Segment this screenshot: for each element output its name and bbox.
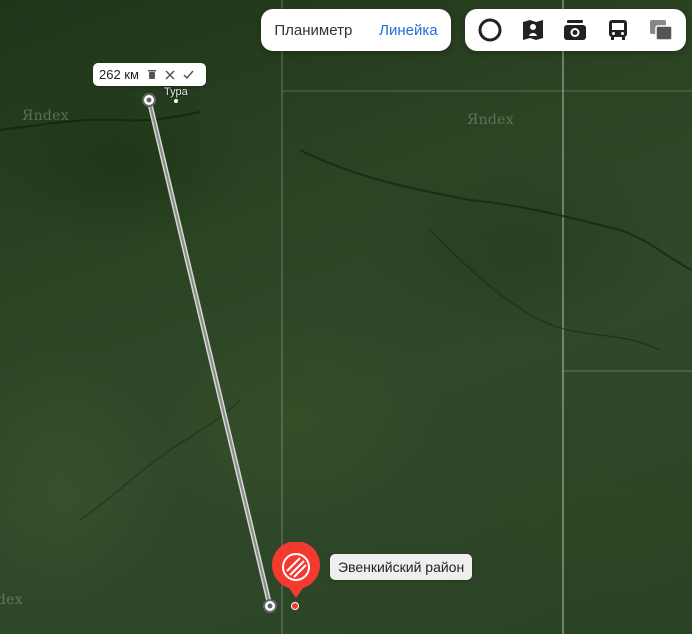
map-terrain [0, 0, 692, 634]
place-label[interactable]: Эвенкийский район [330, 554, 473, 580]
layers-circle-button[interactable] [472, 12, 508, 48]
planimeter-mode-button[interactable]: Планиметр [270, 22, 356, 39]
map-layers-icon [649, 20, 673, 41]
panorama-button[interactable] [515, 12, 551, 48]
yandex-watermark: Яndex [22, 108, 69, 124]
place-pin[interactable] [270, 541, 322, 602]
close-icon [165, 69, 175, 80]
trash-icon [147, 70, 156, 79]
bus-icon [609, 20, 628, 40]
camera-button[interactable] [557, 12, 593, 48]
satellite-map[interactable]: Яndex Яndex Яndex [0, 0, 692, 634]
river [79, 399, 241, 521]
yandex-watermark: Яndex [0, 592, 23, 608]
map-layers-button[interactable] [643, 12, 679, 48]
layers-circle-icon [478, 18, 502, 42]
river [299, 149, 692, 271]
city-dot [174, 99, 178, 103]
ruler-distance: 262 км [99, 67, 139, 82]
ruler-distance-label: 262 км [93, 63, 206, 86]
place-location-dot [291, 602, 299, 610]
city-label[interactable]: Тура [164, 86, 188, 98]
delete-ruler-button[interactable] [147, 69, 157, 80]
yandex-watermark: Яndex [467, 112, 514, 128]
place-pin-icon [272, 541, 320, 598]
ruler-end-point-center [267, 603, 273, 609]
place-name: Эвенкийский район [338, 559, 465, 575]
transport-button[interactable] [600, 12, 636, 48]
map-tools-toolbar [465, 9, 686, 51]
ruler-mode-button[interactable]: Линейка [375, 22, 441, 39]
ruler-line-core [148, 99, 271, 607]
check-icon [183, 70, 194, 79]
panorama-icon [522, 20, 543, 40]
river [429, 229, 661, 351]
close-ruler-button[interactable] [165, 69, 175, 80]
ruler-start-point-center [146, 97, 152, 103]
confirm-ruler-button[interactable] [183, 70, 194, 80]
camera-icon [564, 20, 587, 40]
measure-mode-switch: Планиметр Линейка [261, 9, 451, 51]
